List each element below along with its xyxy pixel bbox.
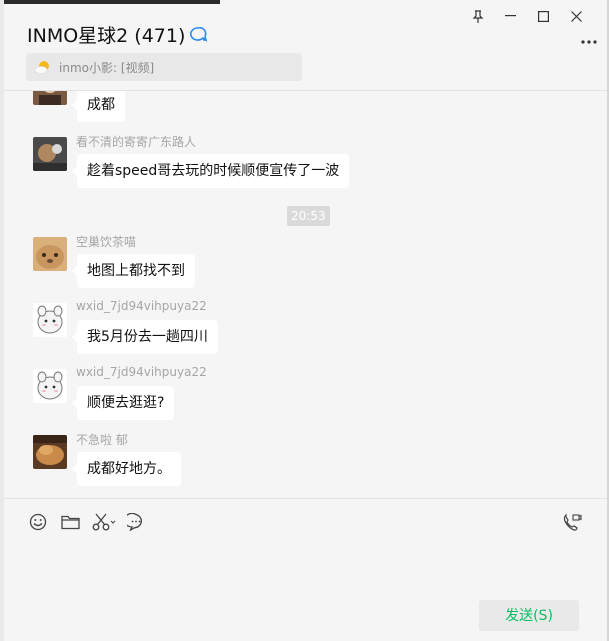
maximize-icon[interactable] xyxy=(527,7,560,25)
message-sender: 空巢饮茶喵 xyxy=(76,235,137,249)
announcement-text: inmo小影: [视频] xyxy=(59,60,155,75)
message-bubble[interactable]: 成都好地方。 xyxy=(72,452,181,486)
chat-bubble-icon[interactable] xyxy=(126,513,146,531)
message-bubble[interactable]: 地图上都找不到 xyxy=(72,254,195,288)
message-bubble[interactable]: 我5月份去一趟四川 xyxy=(72,320,218,354)
avatar[interactable] xyxy=(33,137,67,171)
timestamp-divider: 20:53 xyxy=(287,206,330,226)
pin-icon[interactable] xyxy=(461,7,494,25)
message-bubble[interactable]: 趁着speed哥去玩的时候顺便宣传了一波 xyxy=(71,154,350,188)
send-button[interactable]: 发送(S) xyxy=(479,600,579,631)
message-list[interactable]: 成都 看不清的寄寄广东路人 趁着speed哥去玩的时候顺便宣传了一波 20:53 xyxy=(4,91,607,498)
announcement-bar[interactable]: inmo小影: [视频] xyxy=(26,53,302,81)
message-bubble[interactable]: 成都 xyxy=(72,91,125,122)
scissors-icon[interactable] xyxy=(92,513,118,531)
chat-header: INMO星球2 (471) inmo小影: [视频] xyxy=(4,0,607,91)
message-bubble[interactable]: 顺便去逛逛? xyxy=(71,386,175,420)
close-icon[interactable] xyxy=(560,7,593,25)
message-sender: wxid_7jd94vihpuya22 xyxy=(76,365,207,379)
minimize-icon[interactable] xyxy=(494,7,527,25)
folder-icon[interactable] xyxy=(60,513,80,531)
message-sender: 不急啦 郁 xyxy=(76,433,128,447)
message-sender: wxid_7jd94vihpuya22 xyxy=(76,299,207,313)
avatar[interactable] xyxy=(33,237,67,271)
chat-refresh-icon[interactable] xyxy=(189,26,209,44)
avatar[interactable] xyxy=(33,91,67,105)
video-call-icon[interactable] xyxy=(562,513,582,531)
page-title: INMO星球2 (471) xyxy=(27,25,186,47)
avatar[interactable] xyxy=(33,303,67,337)
window-controls xyxy=(461,7,593,25)
avatar[interactable] xyxy=(33,369,67,403)
chat-title-row: INMO星球2 (471) xyxy=(27,21,209,48)
message-composer[interactable]: 发送(S) xyxy=(4,498,607,641)
emoji-icon[interactable] xyxy=(28,513,48,531)
sun-cloud-icon xyxy=(34,59,52,75)
more-dots-icon[interactable] xyxy=(581,34,597,44)
avatar[interactable] xyxy=(33,435,67,469)
message-sender: 看不清的寄寄广东路人 xyxy=(76,135,197,149)
